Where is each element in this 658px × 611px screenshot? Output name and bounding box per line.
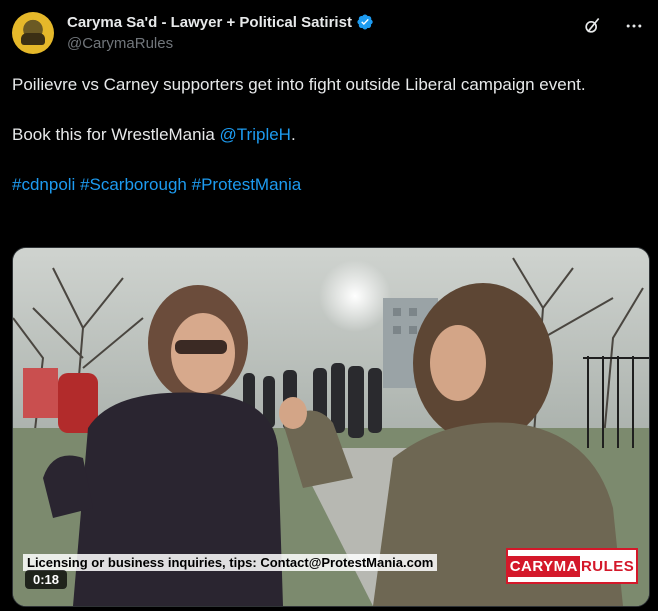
author-handle[interactable]: @CarymaRules: [67, 35, 173, 52]
brand-part-2: RULES: [580, 557, 635, 575]
brand-part-1: CARYMA: [505, 555, 580, 577]
author-display-name[interactable]: Caryma Sa'd - Lawyer + Political Satiris…: [67, 14, 352, 31]
grok-icon[interactable]: [580, 14, 604, 38]
hashtag-row: #cdnpoli #Scarborough #ProtestMania: [12, 172, 642, 197]
video-player[interactable]: Licensing or business inquiries, tips: C…: [12, 247, 650, 607]
tweet-header: Caryma Sa'd - Lawyer + Political Satiris…: [12, 10, 646, 60]
verified-badge-icon: [357, 14, 373, 30]
tweet-line-2-suffix: .: [290, 125, 296, 144]
header-actions: [580, 14, 646, 38]
brand-watermark: CARYMA RULES: [505, 548, 638, 584]
author-avatar[interactable]: [12, 12, 54, 54]
tweet-line-2-text: Book this for WrestleMania: [12, 125, 220, 144]
author-name-row: Caryma Sa'd - Lawyer + Political Satiris…: [67, 13, 374, 31]
tweet-text: Poilievre vs Carney supporters get into …: [12, 72, 642, 197]
video-caption: Licensing or business inquiries, tips: C…: [23, 554, 438, 571]
more-icon[interactable]: [622, 14, 646, 38]
hashtag-link[interactable]: #cdnpoli: [12, 175, 75, 194]
tweet-line-1: Poilievre vs Carney supporters get into …: [12, 75, 586, 94]
tweet-line-2: Book this for WrestleMania @TripleH.: [12, 122, 642, 147]
hashtag-link[interactable]: #ProtestMania: [192, 175, 302, 194]
mention-link[interactable]: @TripleH: [220, 125, 291, 144]
video-duration: 0:18: [25, 570, 68, 589]
hashtag-link[interactable]: #Scarborough: [80, 175, 187, 194]
